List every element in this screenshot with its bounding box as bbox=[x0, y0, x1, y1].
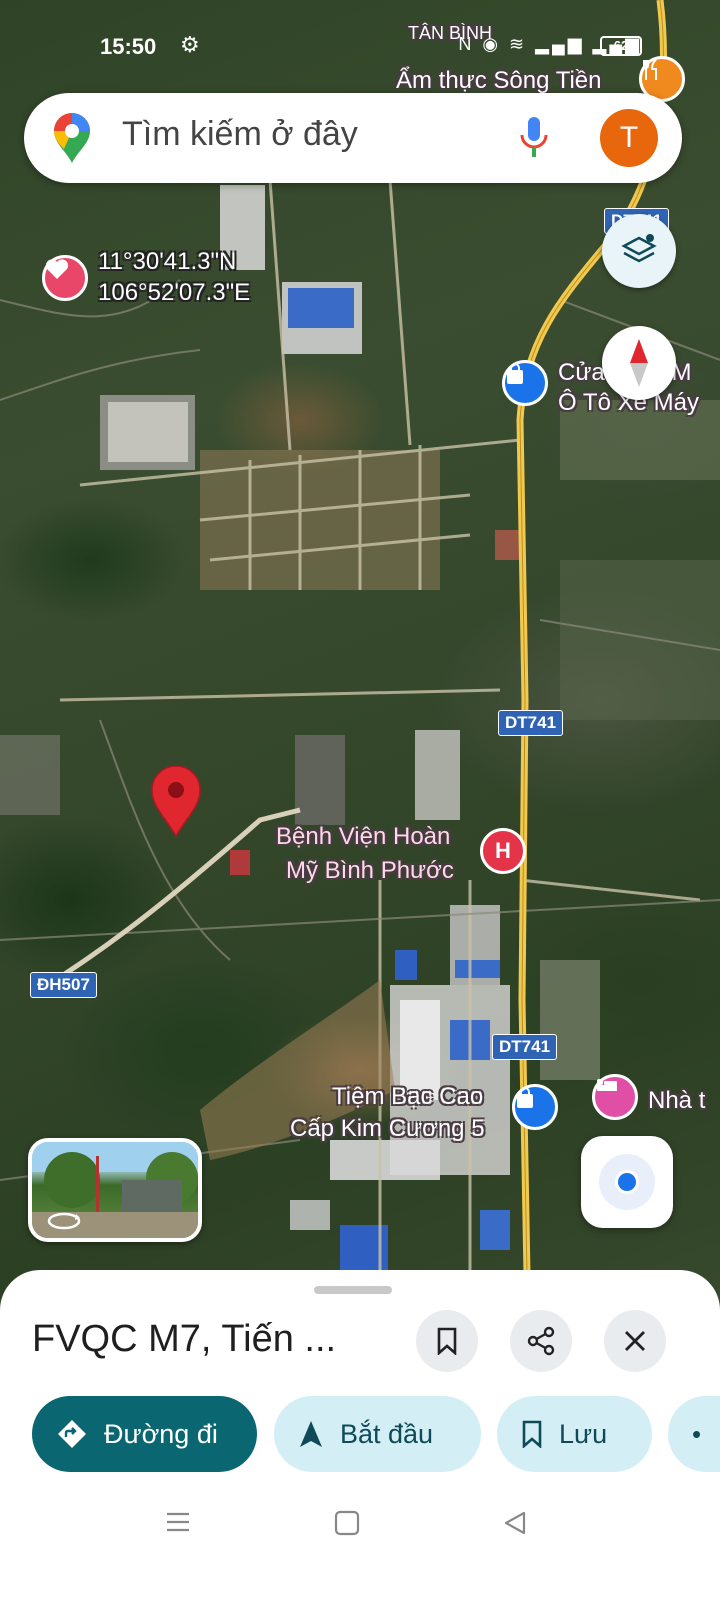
poi-hotel-label[interactable]: Nhà t bbox=[648, 1086, 705, 1116]
gear-icon: ⚙ bbox=[180, 32, 200, 57]
search-bar[interactable]: Tìm kiếm ở đây T bbox=[24, 93, 682, 183]
status-bar: 15:50 ⚙ N ◉ ≋ ▂▄▆ ▂▄▆ 62 bbox=[0, 30, 720, 66]
poi-jewelry-label-2[interactable]: Cấp Kim Cương 5 bbox=[290, 1114, 485, 1144]
coordinates-label: 11°30'41.3"N 106°52'07.3"E bbox=[98, 246, 250, 308]
more-actions-button[interactable]: • bbox=[668, 1396, 720, 1472]
poi-hospital-label-2[interactable]: Mỹ Bình Phước bbox=[286, 856, 454, 886]
poi-restaurant-label[interactable]: Ẩm thực Sông Tiền bbox=[396, 66, 602, 96]
directions-icon bbox=[56, 1418, 88, 1450]
360-rotate-icon bbox=[47, 1212, 81, 1230]
bookmark-icon bbox=[521, 1420, 543, 1448]
longitude: 106°52'07.3"E bbox=[98, 279, 251, 306]
shopping-bag-icon[interactable] bbox=[512, 1084, 558, 1130]
menu-icon[interactable] bbox=[165, 1510, 191, 1534]
hospital-glyph: H bbox=[495, 838, 511, 863]
layers-icon bbox=[621, 234, 657, 263]
share-button[interactable] bbox=[510, 1310, 572, 1372]
close-button[interactable] bbox=[604, 1310, 666, 1372]
directions-label: Đường đi bbox=[104, 1418, 218, 1449]
shopping-bag-icon[interactable] bbox=[502, 360, 548, 406]
close-icon bbox=[625, 1331, 645, 1351]
road-label-dt741: DT741 bbox=[492, 1034, 558, 1060]
bookmark-icon bbox=[437, 1327, 457, 1355]
layers-button[interactable] bbox=[602, 214, 676, 288]
road-label-dh507: ĐH507 bbox=[30, 972, 97, 998]
satellite-map[interactable]: TÂN BÌNH 11°30'41.3"N 106°52'07.3"E Ẩm t… bbox=[0, 0, 720, 1330]
street-view-thumbnail[interactable] bbox=[28, 1138, 202, 1242]
poi-jewelry-label-1[interactable]: Tiệm Bạc Cao bbox=[332, 1082, 483, 1112]
latitude: 11°30'41.3"N bbox=[98, 248, 237, 275]
back-triangle-icon[interactable] bbox=[502, 1510, 528, 1536]
road-label-dt741: DT741 bbox=[498, 710, 564, 736]
google-maps-logo-icon bbox=[52, 111, 92, 170]
bookmark-button[interactable] bbox=[416, 1310, 478, 1372]
sheet-drag-handle[interactable] bbox=[314, 1286, 392, 1294]
my-location-button[interactable] bbox=[581, 1136, 673, 1228]
save-button[interactable]: Lưu bbox=[497, 1396, 652, 1472]
avatar[interactable]: T bbox=[600, 109, 658, 167]
share-icon bbox=[527, 1326, 555, 1356]
poi-hospital-label-1[interactable]: Bệnh Viện Hoàn bbox=[276, 822, 450, 852]
hotel-bed-icon[interactable] bbox=[592, 1074, 638, 1120]
place-bottom-sheet[interactable]: FVQC M7, Tiến ... Đường đi Bắt đầu Lưu • bbox=[0, 1270, 720, 1600]
dropped-pin[interactable] bbox=[151, 765, 201, 838]
save-label: Lưu bbox=[559, 1418, 608, 1449]
navigation-arrow-icon bbox=[298, 1419, 324, 1449]
compass-button[interactable] bbox=[602, 326, 676, 400]
home-square-icon[interactable] bbox=[334, 1510, 360, 1536]
start-button[interactable]: Bắt đầu bbox=[274, 1396, 481, 1472]
system-navigation-bar bbox=[0, 1500, 720, 1560]
battery-icon: 62 bbox=[600, 36, 642, 56]
hospital-icon[interactable]: H bbox=[480, 828, 526, 874]
compass-icon bbox=[630, 339, 648, 387]
start-label: Bắt đầu bbox=[340, 1418, 434, 1449]
my-location-icon bbox=[599, 1154, 655, 1210]
favorite-pin-icon[interactable] bbox=[42, 255, 88, 301]
directions-button[interactable]: Đường đi bbox=[32, 1396, 257, 1472]
more-icon: • bbox=[692, 1418, 702, 1449]
status-time: 15:50 bbox=[100, 34, 157, 59]
microphone-icon[interactable] bbox=[518, 113, 550, 166]
place-title: FVQC M7, Tiến ... bbox=[32, 1318, 337, 1360]
search-input[interactable]: Tìm kiếm ở đây bbox=[122, 115, 358, 154]
